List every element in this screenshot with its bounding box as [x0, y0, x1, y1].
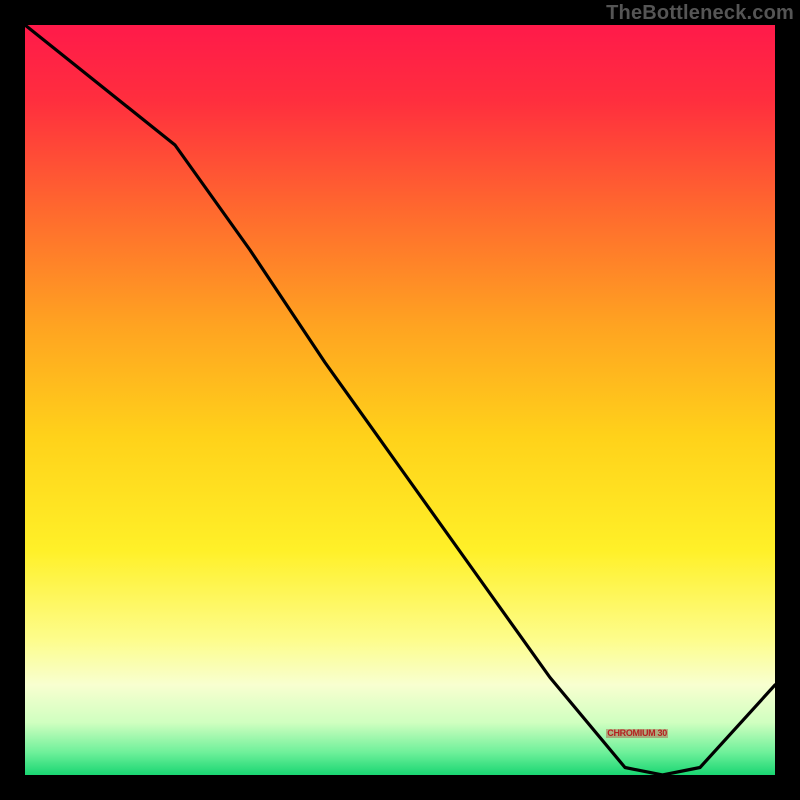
chart-line: [25, 25, 775, 775]
annotation-label: CHROMIUM 30: [606, 729, 668, 738]
chart-stage: TheBottleneck.com CHROMIUM 30: [0, 0, 800, 800]
plot-area: CHROMIUM 30: [25, 25, 775, 775]
attribution-text: TheBottleneck.com: [606, 2, 794, 25]
